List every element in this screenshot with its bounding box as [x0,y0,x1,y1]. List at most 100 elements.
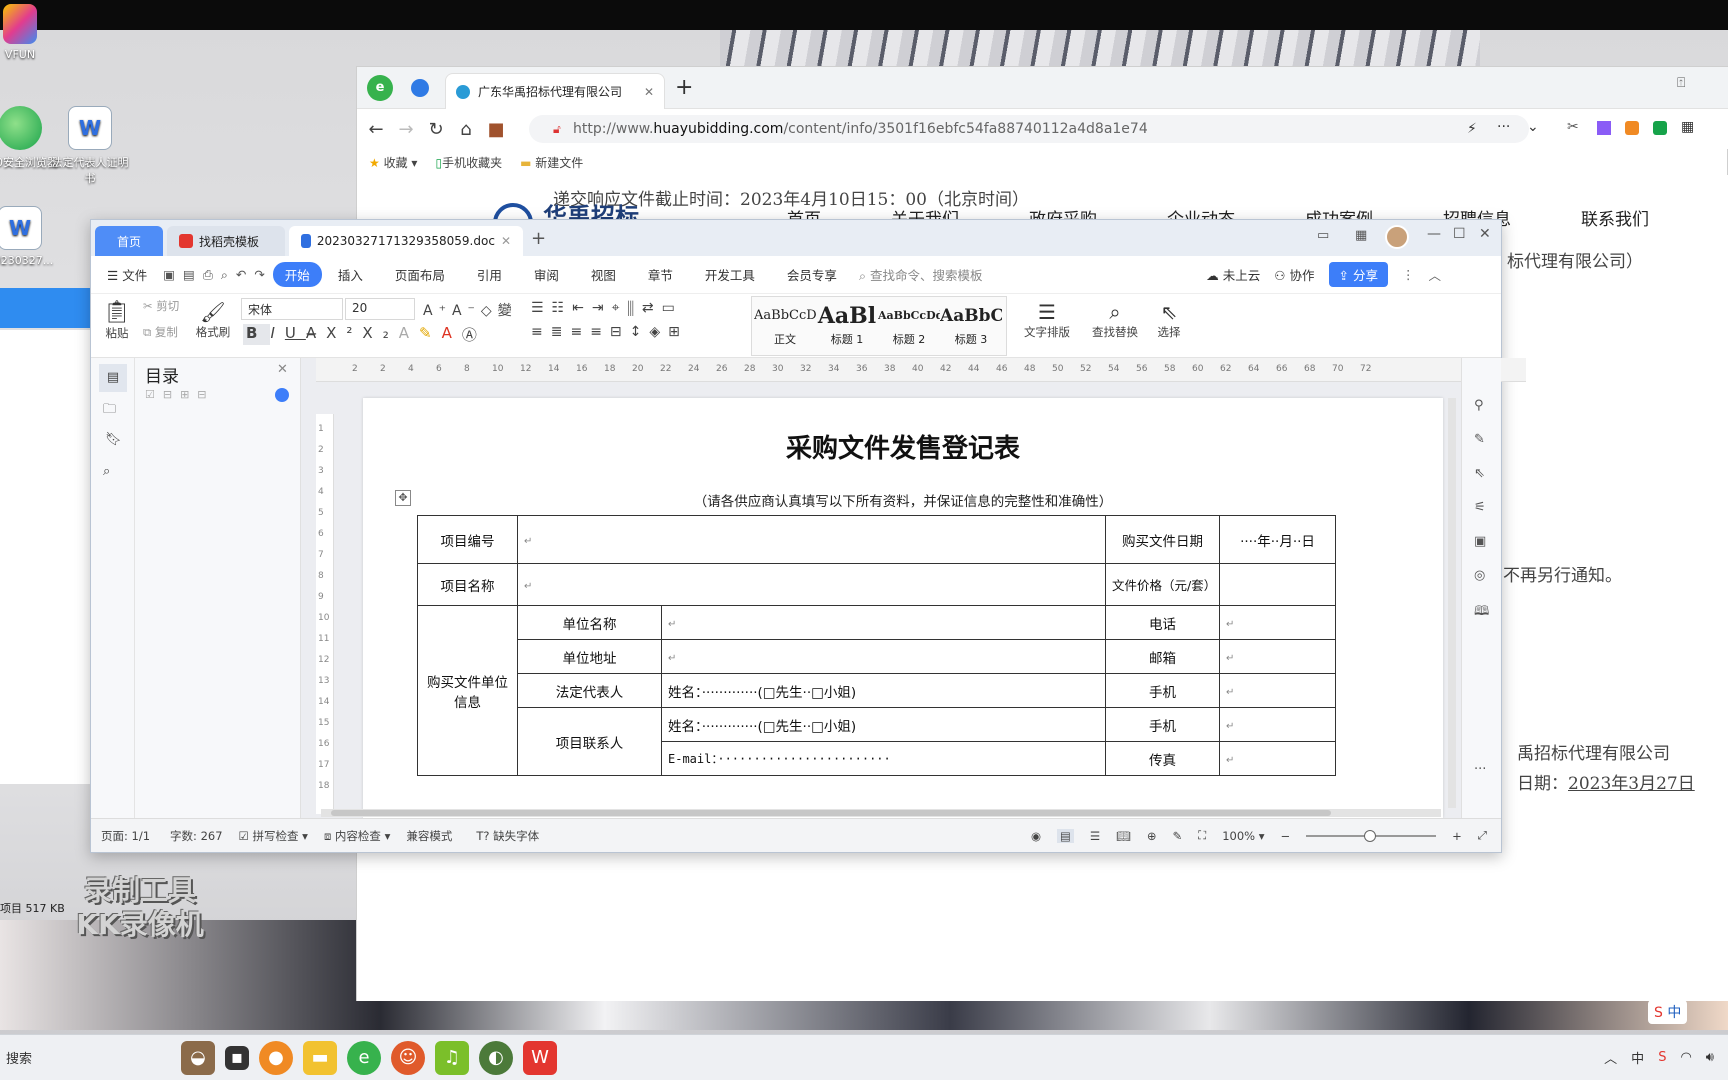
more-vert-icon[interactable]: ⋮ [1402,267,1415,282]
bookmark-new-file[interactable]: ▬ 新建文件 [520,154,583,171]
horizontal-scrollbar[interactable] [321,809,1441,817]
wps-doc-tab[interactable]: 20230327171329358059.doc ✕ [289,226,523,256]
list-controls[interactable]: ☰☷⇤⇥⌖⫼⇄▭ [531,300,683,316]
maximize-icon[interactable]: ☐ [1453,226,1466,242]
cloud-status[interactable]: ☁ 未上云 [1206,265,1260,284]
quick-access-icons[interactable]: ▣▤⎙⌕↶↷ [163,267,273,283]
font-color-icon[interactable]: A [442,324,462,345]
pen-icon[interactable]: ✎ [1474,432,1485,447]
text-effect-button[interactable]: A [399,324,419,345]
wps-home-tab[interactable]: 首页 [95,226,163,256]
toc-ai-icon[interactable] [275,388,289,402]
search-icon[interactable]: ⌕ [103,464,110,479]
task-view-icon[interactable]: ▪ [225,1045,249,1070]
avatar[interactable] [1385,225,1409,249]
cell-price-value[interactable] [1219,563,1336,606]
table-move-handle-icon[interactable]: ✥ [395,490,411,506]
taskbar-search[interactable]: 搜索 [6,1048,176,1067]
edit-view-icon[interactable]: ✎ [1172,829,1182,843]
close-toc-icon[interactable]: ✕ [277,362,288,377]
tray-ime-indicator-icon[interactable]: 中 [1631,1048,1644,1067]
text-layout-button[interactable]: ☰ 文字排版 [1017,300,1077,340]
file-explorer-icon[interactable]: ▬ [303,1040,337,1075]
copy-button[interactable]: ⧉ 复制 [143,324,178,340]
browser-tab-active[interactable]: 广东华禹招标代理有限公司 ✕ [445,73,665,109]
zoom-select[interactable]: 100% ▾ [1222,829,1264,843]
subscript-button[interactable]: X₂ [362,324,398,345]
wallet-icon[interactable]: ■ [481,114,511,144]
highlight-icon[interactable]: ✎ [419,324,442,345]
cell-legal-mobile-value[interactable]: ↵ [1219,673,1336,708]
desktop-icon-vfun[interactable]: VFUN [0,4,60,61]
cursor-icon[interactable]: ⇖ [1474,466,1485,481]
address-bar[interactable]: 🔓︎ http://www. huayubidding.com/content/i… [529,115,1529,143]
italic-button[interactable]: I [270,324,284,345]
menu-review[interactable]: 审阅 [524,261,569,288]
forward-icon[interactable]: → [391,114,421,144]
location-icon[interactable]: ◎ [1474,568,1485,583]
vertical-scrollbar[interactable] [1448,398,1456,808]
document-page[interactable]: 采购文件发售登记表 （请各供应商认真填写以下所有资料，并保证信息的完整性和准确性… [363,398,1443,818]
spell-check-toggle[interactable]: ☑ 拼写检查 ▾ [239,828,308,844]
close-icon[interactable]: ✕ [1479,226,1491,242]
apps-grid-icon[interactable]: ▦ [1681,119,1694,135]
reload-icon[interactable]: ↻ [421,114,451,144]
scissors-icon[interactable]: ✂ [1567,119,1579,135]
menu-reference[interactable]: 引用 [467,261,512,288]
wifi-icon[interactable]: ◠ [1680,1050,1691,1065]
cell-fax-value[interactable]: ↵ [1219,741,1336,776]
extension-icon[interactable] [1597,121,1611,135]
scrollbar-thumb[interactable] [331,810,1331,816]
find-replace-button[interactable]: ⌕ 查找替换 [1087,300,1143,340]
style-heading-3[interactable]: AaBbC 标题 3 [940,301,1002,355]
content-check-toggle[interactable]: ⧈ 内容检查 ▾ [324,828,390,844]
cell-phone-value[interactable]: ↵ [1219,605,1336,640]
bold-button[interactable]: B [243,324,271,345]
pin-icon[interactable]: ⍐ [1677,75,1685,91]
outline-view-icon[interactable]: ☰ [1090,829,1100,843]
menu-chapter[interactable]: 章节 [638,261,683,288]
menu-member[interactable]: 会员专享 [777,261,847,288]
squirrel-icon[interactable]: ◒ [181,1040,215,1075]
browser-logo-icon[interactable]: e [367,75,393,101]
browser-360-taskbar-icon[interactable]: e [347,1040,381,1075]
back-icon[interactable]: ← [361,114,391,144]
web-view-icon[interactable]: ⊕ [1147,829,1157,843]
cell-unit-addr-value[interactable]: ↵ [661,639,1106,674]
cell-project-no-value[interactable]: ↵ [517,515,1106,564]
tool-icon[interactable]: ⚲ [1474,398,1484,413]
alignment-controls[interactable]: ≡≣≡≡⊟↕◈⊞ [531,324,688,340]
volume-icon[interactable]: 🔊︎ [1706,1050,1714,1065]
site-nav-item[interactable]: 联系我们 [1581,205,1649,230]
paste-button[interactable]: 📋︎ 粘贴 [99,300,135,341]
game-icon[interactable] [1625,121,1639,135]
char-border-icon[interactable]: Ⓐ [462,324,487,345]
zoom-in-icon[interactable]: + [1452,829,1462,843]
zoom-out-icon[interactable]: − [1281,829,1291,843]
app-green-icon[interactable]: ◐ [479,1040,513,1075]
font-family-select[interactable]: 宋体 [241,298,343,320]
toc-icon[interactable]: ▤ [99,364,127,392]
style-heading-2[interactable]: AaBbCcDd 标题 2 [878,301,940,355]
close-tab-icon[interactable]: ✕ [644,85,654,99]
image-icon[interactable]: ▣ [1474,534,1486,549]
cell-purchase-date-value[interactable]: ····年··月··日 [1219,515,1336,564]
minimize-icon[interactable]: — [1427,226,1441,242]
app-music-icon[interactable]: ♫ [435,1040,469,1075]
sogou-icon[interactable]: S [1658,1050,1666,1065]
app-face-icon[interactable]: ☺ [391,1040,425,1075]
send-icon[interactable] [411,79,429,97]
cell-contact-name-value[interactable]: 姓名：·············(□先生··□小姐) [661,707,1106,742]
cell-postcode-value[interactable]: ↵ [1219,639,1336,674]
bookmark-favorites[interactable]: ★ 收藏 ▾ [369,154,417,171]
bookmark-icon[interactable]: 🔖︎ [105,432,122,447]
zoom-slider-thumb[interactable] [1364,829,1377,842]
command-search[interactable]: ⌕ 查找命令、搜索模板 [859,265,983,284]
cell-unit-name-value[interactable]: ↵ [661,605,1106,640]
collab-button[interactable]: ⚇ 协作 [1274,265,1314,284]
collapse-ribbon-icon[interactable]: ︿ [1428,265,1441,284]
chat-icon[interactable] [1653,121,1667,135]
format-painter-button[interactable]: 🖌︎ 格式刷 [191,300,235,340]
menu-home[interactable]: 开始 [272,262,322,287]
style-heading-1[interactable]: AaBl 标题 1 [816,301,878,355]
